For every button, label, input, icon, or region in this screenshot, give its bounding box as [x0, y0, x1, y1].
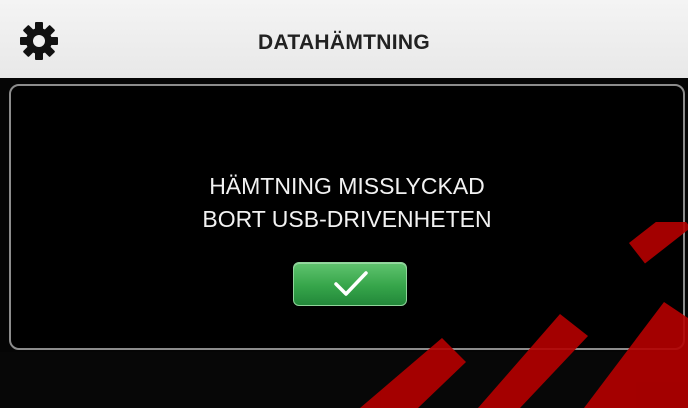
dialog-message-line-1: HÄMTNING MISSLYCKAD — [209, 173, 485, 199]
checkmark-icon — [334, 271, 368, 296]
screen: { "header": { "title": "DATAHÄMTNING", "… — [0, 0, 688, 408]
bottom-strip — [0, 352, 688, 408]
error-dialog: HÄMTNING MISSLYCKAD BORT USB-DRIVENHETEN — [9, 84, 685, 350]
page-title: DATAHÄMTNING — [258, 31, 430, 54]
dialog-message-line-2: BORT USB-DRIVENHETEN — [202, 206, 492, 232]
confirm-button[interactable] — [293, 262, 407, 306]
header-bar: DATAHÄMTNING — [0, 0, 688, 78]
